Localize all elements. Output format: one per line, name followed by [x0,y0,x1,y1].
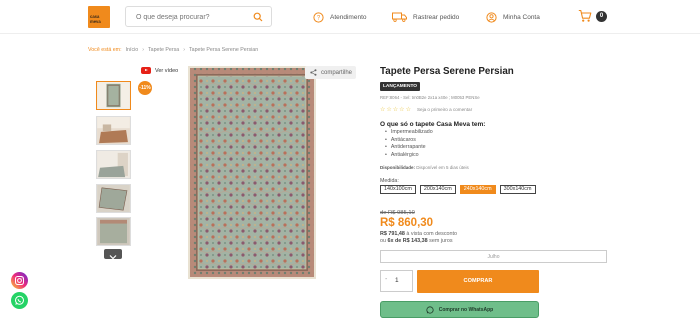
attendance-link[interactable]: ? Atendimento [313,10,367,24]
features-list: Impermeabilizado Antiácaros Antiderrapan… [385,129,433,159]
chevron-down-icon [109,255,117,260]
installments-suffix: sem juros [429,238,453,244]
thumbnail-1[interactable] [96,81,131,110]
rating-text[interactable]: Seja o primeiro a comentar [417,107,472,112]
cash-price-text: à vista com desconto [406,231,458,237]
svg-text:?: ? [317,15,321,21]
star-icon: ☆ [405,107,411,113]
search-input[interactable] [136,11,246,23]
track-order-link[interactable]: Rastrear pedido [392,10,459,24]
size-option-selected[interactable]: 240x140cm [459,185,496,194]
star-icon: ☆ [399,107,405,113]
cash-price-value: R$ 791,48 [380,231,405,237]
star-icon: ☆ [380,107,386,113]
breadcrumb-item-current: Tapete Persa Serene Persian [189,47,259,53]
whatsapp-floating-button[interactable] [11,292,28,309]
feature-item: Antiderrapante [385,144,433,152]
availability-value: Disponível em 5 dias úteis [416,165,469,170]
feature-item: Antiácaros [385,137,433,145]
thumbnail-2[interactable] [96,116,131,145]
installments-value: 6x de R$ 143,38 [387,238,428,244]
quantity-value[interactable]: 1 [395,277,399,284]
help-icon: ? [313,11,324,23]
thumbnail-5[interactable] [96,217,131,246]
breadcrumb-separator: › [142,47,145,53]
rug-detail-image [97,185,130,212]
thumbnail-4[interactable] [96,184,131,213]
share-icon [310,69,317,76]
thumbnail-3[interactable] [96,150,131,179]
size-option[interactable]: 200x140cm [419,185,456,194]
room-photo-image [97,117,130,144]
product-main-image[interactable] [186,66,318,279]
site-header: casa meva ? Atendimento Rastrear pedido [0,0,700,34]
logo-text-bottom: meva [90,18,101,24]
room-photo-image [97,151,130,178]
cash-price: R$ 791,48 à vista com desconto [380,231,457,237]
search-icon[interactable] [253,12,263,22]
whatsapp-icon [426,305,434,314]
whatsapp-buy-button[interactable]: Comprar no WhatsApp [380,301,539,318]
attendance-label: Atendimento [330,13,367,21]
breadcrumb-item-category[interactable]: Tapete Persa [148,47,179,53]
size-option[interactable]: 300x140cm [499,185,536,194]
feature-item: Impermeabilizado [385,129,433,137]
quantity-stepper[interactable]: - 1 [380,270,413,292]
share-label: compartilhe [321,69,353,76]
account-link[interactable]: Minha Conta [486,10,540,24]
shipping-field[interactable] [380,250,607,263]
cart-button[interactable]: 0 [578,9,608,25]
youtube-icon [141,67,151,74]
share-button[interactable]: compartilhe [305,66,356,79]
track-label: Rastrear pedido [413,13,460,21]
availability-label: Disponibilidade: [380,165,416,170]
availability: Disponibilidade: Disponível em 5 dias út… [380,165,469,170]
truck-icon [392,12,407,22]
watch-video-button[interactable]: Ver vídeo [141,67,178,74]
discount-badge: -11% [138,81,152,95]
search-box[interactable] [125,6,272,27]
rating-stars[interactable]: ☆ ☆ ☆ ☆ ☆ Seja o primeiro a comentar [380,106,472,113]
star-icon: ☆ [392,107,399,113]
breadcrumb-separator: › [183,47,185,53]
installments: ou 6x de R$ 143,38 sem juros [380,238,453,244]
rug-thumbnail-image [97,82,130,109]
star-icon: ☆ [386,107,392,113]
thumbnails-scroll-down[interactable] [104,249,122,260]
breadcrumb-here-label: Você está em: [88,47,122,53]
breadcrumb-item-home[interactable]: Início [126,47,139,53]
user-icon [486,11,497,23]
size-label: Medida: [380,178,399,184]
quantity-decrease-button[interactable]: - [385,276,387,283]
whatsapp-buy-label: Comprar no WhatsApp [438,306,494,313]
watch-video-label: Ver vídeo [155,67,179,74]
installments-prefix: ou [380,238,386,244]
product-reference: REF:8064 - Sel: tm0B2e 2x1a x40e ; M0053… [380,95,480,100]
logo[interactable]: casa meva [88,6,110,28]
features-title: O que só o tapete Casa Meva tem: [380,121,486,128]
instagram-icon [15,276,24,285]
launch-badge: LANÇAMENTO [380,82,421,91]
size-options: 140x100cm 200x140cm 240x140cm 300x140cm [380,185,536,194]
cart-count-badge: 0 [596,11,607,22]
account-label: Minha Conta [503,13,540,21]
whatsapp-icon [15,295,24,305]
product-title: Tapete Persa Serene Persian [380,66,514,77]
old-price: de R$ 985,10 [380,210,415,216]
rug-detail-image [97,218,130,245]
buy-button[interactable]: COMPRAR [417,270,539,293]
size-option[interactable]: 140x100cm [380,185,416,194]
feature-item: Antialérgico [385,152,433,160]
instagram-floating-button[interactable] [11,272,28,289]
price: R$ 860,30 [380,217,434,229]
cart-icon [578,9,592,22]
breadcrumb: Você está em: Início › Tapete Persa › Ta… [88,47,258,53]
